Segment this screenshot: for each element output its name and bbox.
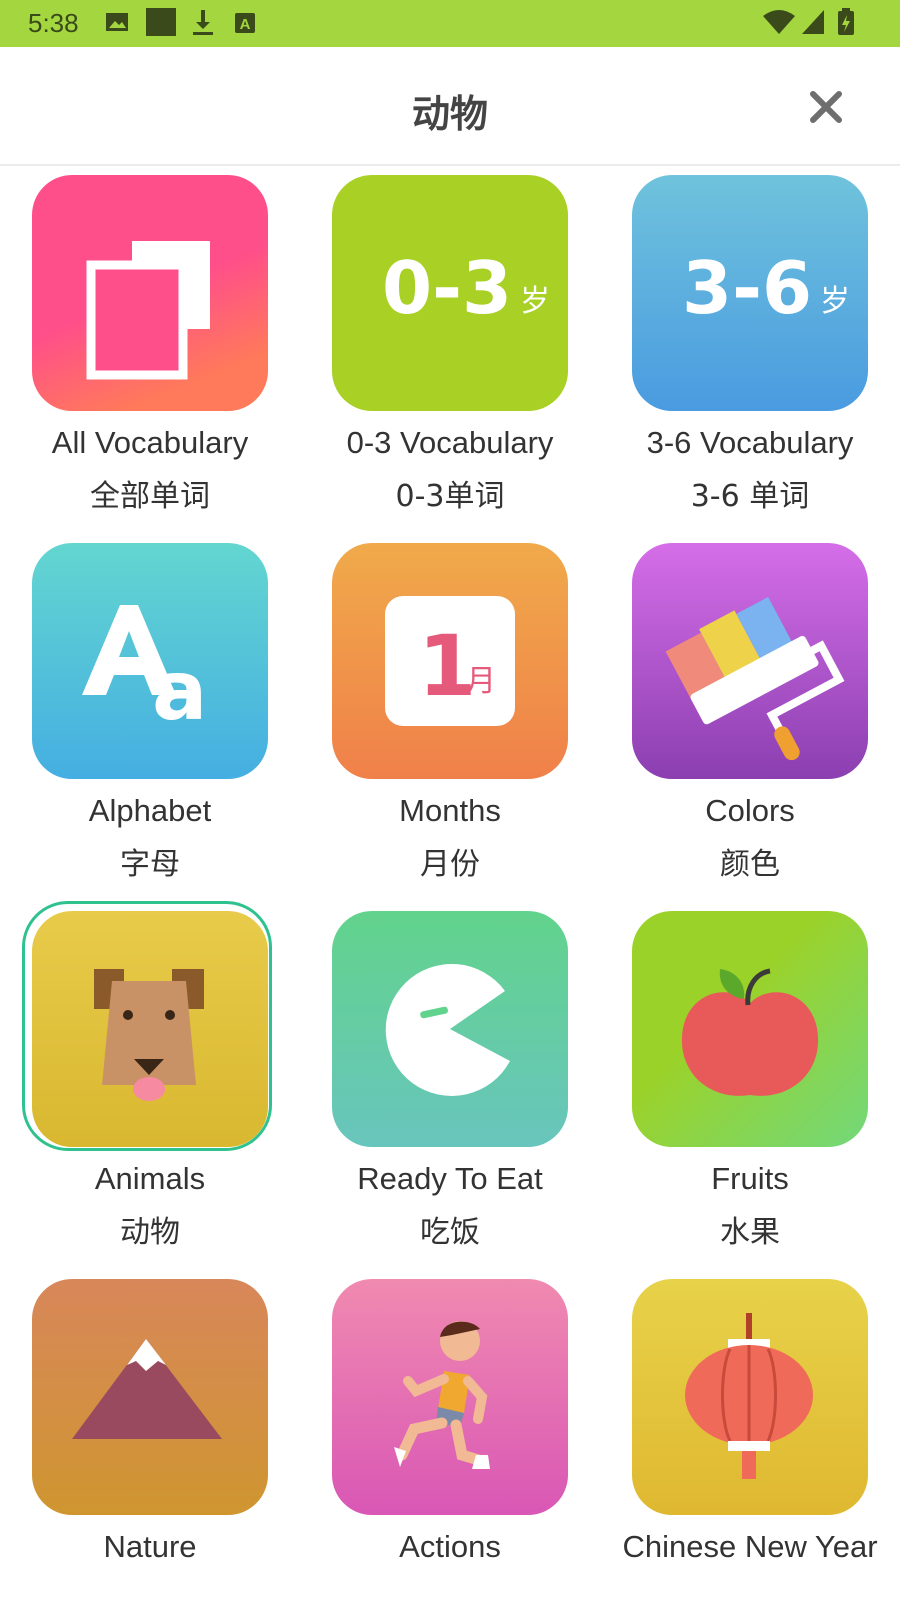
svg-text:A: A xyxy=(240,16,251,33)
alphabet-icon[interactable]: a xyxy=(32,543,268,779)
category-label-zh: 3-6 单词 xyxy=(690,479,810,514)
category-card-months[interactable]: 1 月 Months 月份 xyxy=(300,533,600,901)
age-unit: 岁 xyxy=(520,284,550,319)
app-notification-icon xyxy=(146,8,176,36)
category-label-zh: 动物 xyxy=(120,1215,180,1250)
category-label-en: 0-3 Vocabulary xyxy=(346,425,554,460)
app-header: 动物 xyxy=(0,47,900,166)
age-badge-3-6: 3-6 xyxy=(682,246,812,330)
category-label-en: Ready To Eat xyxy=(357,1161,543,1196)
dog-icon[interactable] xyxy=(32,911,268,1147)
age-unit: 岁 xyxy=(820,284,850,319)
age-3-6-icon[interactable]: 3-6 岁 xyxy=(632,175,868,411)
lantern-icon[interactable] xyxy=(632,1279,868,1515)
battery-charging-icon xyxy=(838,8,854,35)
category-card-animals[interactable]: Animals 动物 xyxy=(0,901,300,1269)
category-card-all-vocabulary[interactable]: All Vocabulary 全部单词 xyxy=(0,165,300,533)
category-card-0-3-vocabulary[interactable]: 0-3 岁 0-3 Vocabulary 0-3单词 xyxy=(300,165,600,533)
category-label-en: Months xyxy=(399,793,501,828)
age-badge-0-3: 0-3 xyxy=(382,246,512,330)
category-label-en: Chinese New Year xyxy=(622,1529,878,1564)
category-card-chinese-new-year[interactable]: Chinese New Year xyxy=(600,1269,900,1600)
category-label-en: Nature xyxy=(103,1529,197,1564)
wifi-icon xyxy=(763,10,795,34)
age-0-3-icon[interactable]: 0-3 岁 xyxy=(332,175,568,411)
category-card-nature[interactable]: Nature xyxy=(0,1269,300,1600)
category-label-en: Colors xyxy=(705,793,795,828)
category-card-colors[interactable]: Colors 颜色 xyxy=(600,533,900,901)
category-label-zh: 水果 xyxy=(720,1215,780,1250)
category-label-en: Animals xyxy=(94,1161,206,1196)
category-card-fruits[interactable]: Fruits 水果 xyxy=(600,901,900,1269)
category-label-en: Alphabet xyxy=(88,793,212,828)
category-card-actions[interactable]: Actions xyxy=(300,1269,600,1600)
text-notification-icon: A xyxy=(235,13,255,33)
download-icon xyxy=(193,10,213,35)
status-time: 5:38 xyxy=(28,8,79,38)
calendar-icon[interactable]: 1 月 xyxy=(332,543,568,779)
category-label-en: 3-6 Vocabulary xyxy=(646,425,854,460)
category-label-zh: 颜色 xyxy=(720,847,780,882)
svg-text:a: a xyxy=(152,644,207,739)
paint-roller-icon[interactable] xyxy=(632,543,868,779)
close-icon[interactable] xyxy=(806,87,846,127)
category-label-en: Actions xyxy=(399,1529,501,1564)
month-unit: 月 xyxy=(466,664,496,699)
category-label-zh: 全部单词 xyxy=(90,479,210,514)
apple-icon[interactable] xyxy=(632,911,868,1147)
page-title: 动物 xyxy=(411,92,488,136)
all-vocabulary-icon[interactable] xyxy=(32,175,268,411)
signal-icon xyxy=(802,10,824,34)
status-bar: 5:38 A xyxy=(0,0,900,47)
category-card-3-6-vocabulary[interactable]: 3-6 岁 3-6 Vocabulary 3-6 单词 xyxy=(600,165,900,533)
image-notification-icon xyxy=(106,13,128,31)
category-card-ready-to-eat[interactable]: Ready To Eat 吃饭 xyxy=(300,901,600,1269)
runner-icon[interactable] xyxy=(332,1279,568,1515)
category-label-en: All Vocabulary xyxy=(51,425,249,460)
category-label-zh: 字母 xyxy=(120,847,180,882)
category-card-alphabet[interactable]: a Alphabet 字母 xyxy=(0,533,300,901)
eating-icon[interactable] xyxy=(332,911,568,1147)
category-label-en: Fruits xyxy=(711,1161,789,1196)
category-label-zh: 0-3单词 xyxy=(395,479,505,514)
category-grid: All Vocabulary 全部单词 0-3 岁 0-3 Vocabulary… xyxy=(0,165,900,1600)
category-label-zh: 吃饭 xyxy=(420,1215,480,1250)
category-label-zh: 月份 xyxy=(420,847,480,882)
mountain-icon[interactable] xyxy=(32,1279,268,1515)
